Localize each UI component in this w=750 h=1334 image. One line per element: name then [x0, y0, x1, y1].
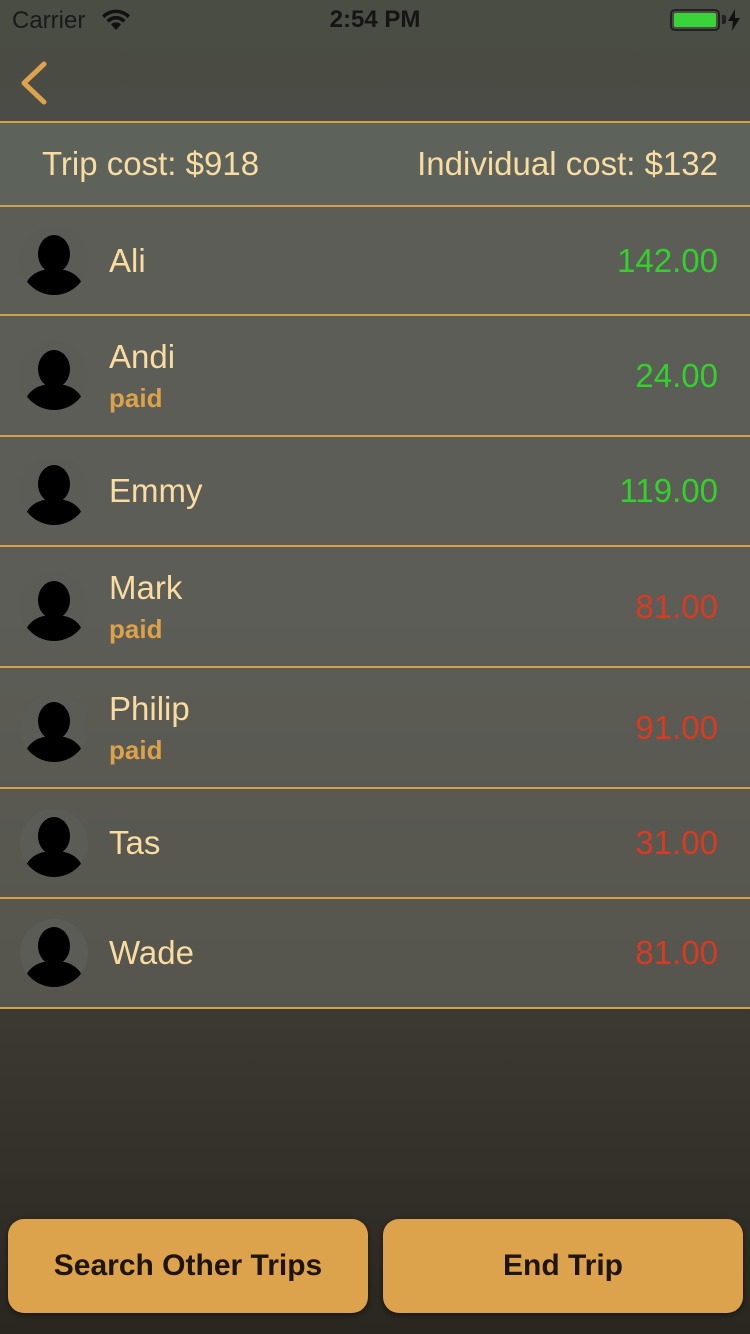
chevron-left-icon — [21, 61, 47, 105]
member-balance: 91.00 — [635, 709, 718, 746]
list-item[interactable]: Tas 31.00 — [0, 789, 750, 899]
avatar — [20, 573, 88, 641]
paid-badge: paid — [109, 614, 163, 644]
trip-summary: Trip cost: $918 Individual cost: $132 — [0, 121, 750, 207]
member-balance: 81.00 — [635, 588, 718, 625]
member-name: Philip — [109, 690, 190, 727]
member-name: Andi — [109, 338, 176, 375]
avatar — [20, 457, 88, 525]
individual-cost-label: Individual cost: $132 — [417, 145, 718, 182]
member-name: Wade — [109, 934, 194, 971]
member-balance: 142.00 — [617, 242, 718, 279]
member-name: Ali — [109, 242, 146, 279]
paid-badge: paid — [109, 383, 163, 413]
member-name: Tas — [109, 824, 161, 861]
status-bar: Carrier 2:54 PM — [0, 0, 750, 40]
member-balance: 24.00 — [635, 357, 718, 394]
battery-icon — [670, 9, 720, 31]
member-balance: 81.00 — [635, 934, 718, 971]
avatar — [20, 919, 88, 987]
member-balance: 31.00 — [635, 824, 718, 861]
end-trip-button[interactable]: End Trip — [383, 1219, 743, 1313]
clock: 2:54 PM — [329, 6, 421, 33]
avatar — [20, 227, 88, 295]
battery-tip — [722, 15, 726, 24]
list-item[interactable]: Emmy 119.00 — [0, 437, 750, 547]
navigation-bar — [0, 40, 750, 122]
list-item[interactable]: Ali 142.00 — [0, 207, 750, 316]
member-list: Ali 142.00 Andi paid 24.00 Emmy 119.00 Mark paid… — [0, 207, 750, 1009]
list-item[interactable]: Wade 81.00 — [0, 899, 750, 1009]
list-item[interactable]: Philip paid 91.00 — [0, 668, 750, 789]
trip-cost-label: Trip cost: $918 — [42, 145, 260, 182]
member-name: Emmy — [109, 472, 203, 509]
member-balance: 119.00 — [619, 472, 718, 509]
avatar — [20, 809, 88, 877]
paid-badge: paid — [109, 735, 163, 765]
member-name: Mark — [109, 569, 183, 606]
back-button[interactable] — [14, 60, 54, 106]
search-other-trips-button[interactable]: Search Other Trips — [8, 1219, 368, 1313]
avatar — [20, 342, 88, 410]
avatar — [20, 694, 88, 762]
list-item[interactable]: Andi paid 24.00 — [0, 316, 750, 437]
list-item[interactable]: Mark paid 81.00 — [0, 547, 750, 668]
charging-icon — [728, 9, 740, 31]
